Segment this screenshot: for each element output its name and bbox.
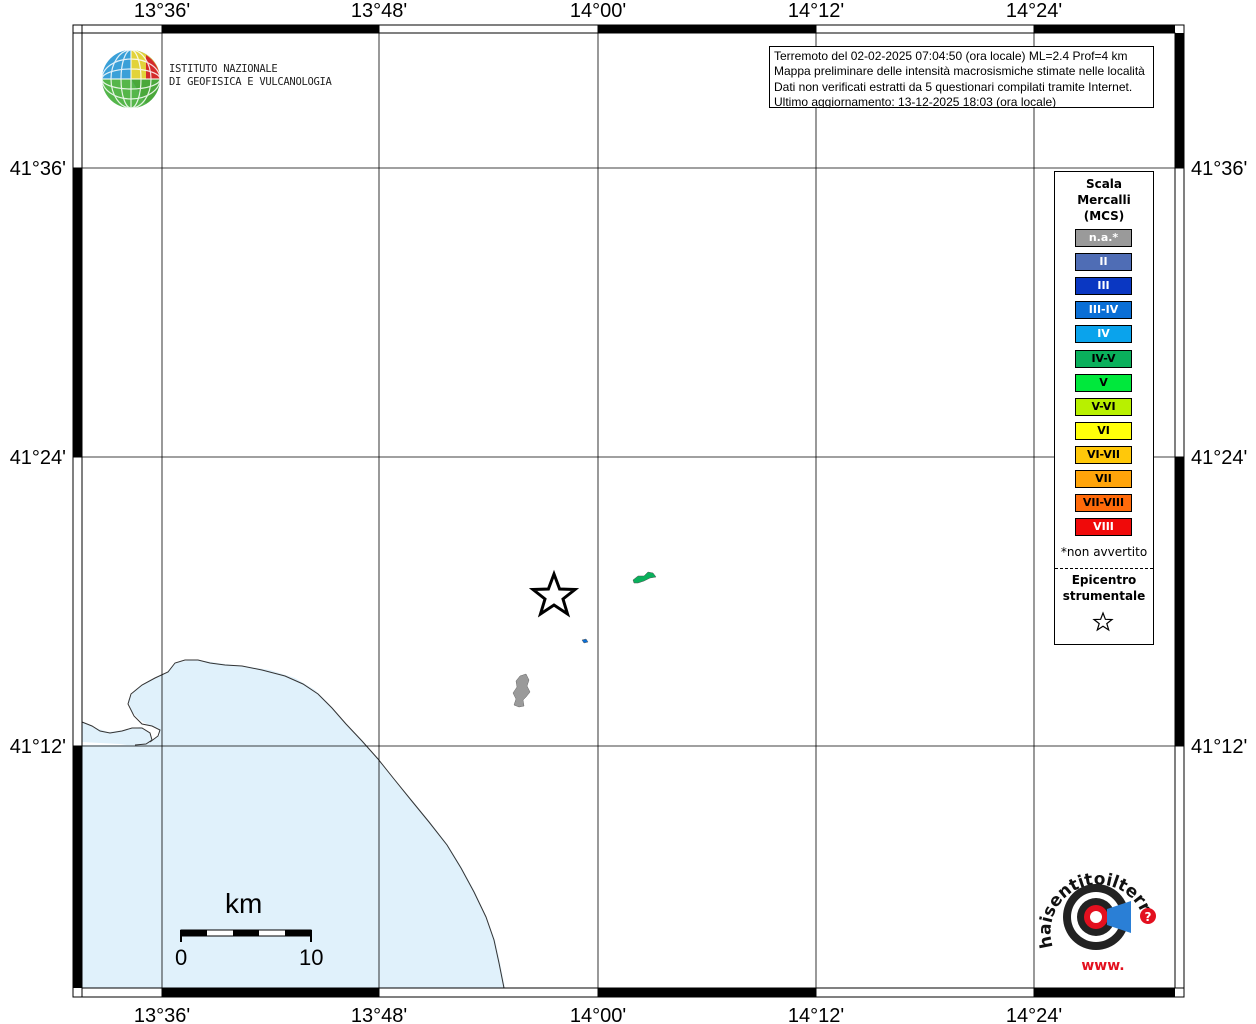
municipality-intensity-IV-V[interactable]	[632, 571, 657, 584]
lat-label: 41°12'	[1191, 736, 1247, 758]
legend-title-line: Scala	[1085, 177, 1123, 191]
legend-swatch: VII-VIII	[1075, 494, 1132, 513]
legend-swatch: II	[1075, 253, 1132, 272]
legend-swatch: V	[1075, 373, 1132, 392]
legend-epicenter-label: Epicentro strumentale	[1055, 572, 1153, 604]
legend-star-icon	[1092, 611, 1114, 632]
haisentito-url: www.	[1081, 958, 1124, 974]
lon-label: 13°48'	[351, 1005, 407, 1024]
lon-label: 14°00'	[570, 1005, 626, 1024]
legend-swatch: VII	[1075, 470, 1132, 488]
lon-label: 14°12'	[788, 0, 844, 22]
event-info-line: Terremoto del 02-02-2025 07:04:50 (ora l…	[774, 49, 1128, 63]
legend-title: Scala Mercalli (MCS)	[1055, 176, 1153, 224]
legend-swatch: III	[1075, 277, 1132, 296]
scale-bar: km 0 10	[165, 885, 335, 975]
lon-labels-bottom: 13°36' 13°48' 14°00' 14°12' 14°24'	[134, 1005, 1062, 1024]
legend-epicenter-line: strumentale	[1062, 589, 1146, 603]
legend-swatch: VI	[1075, 421, 1132, 440]
ingv-logo: ISTITUTO NAZIONALE DI GEOFISICA E VULCAN…	[100, 47, 332, 111]
lat-label: 41°36'	[1191, 158, 1247, 180]
scale-unit: km	[225, 888, 263, 919]
mcs-legend: Scala Mercalli (MCS) n.a.* II III III-IV IV I…	[1054, 171, 1154, 645]
lon-label: 13°36'	[134, 0, 190, 22]
event-info-line: Ultimo aggiornamento: 13-12-2025 18:03 (…	[774, 95, 1057, 108]
lat-labels-right: 41°36' 41°24' 41°12'	[1191, 158, 1247, 758]
scale-start: 0	[175, 945, 188, 970]
lon-label: 14°24'	[1006, 0, 1062, 22]
scale-end: 10	[299, 945, 324, 970]
institute-line-1: ISTITUTO NAZIONALE	[169, 63, 278, 75]
lat-label: 41°36'	[10, 158, 66, 180]
institute-name: ISTITUTO NAZIONALE DI GEOFISICA E VULCAN…	[169, 63, 332, 89]
lat-label: 41°24'	[10, 447, 66, 469]
lon-label: 13°36'	[134, 1005, 190, 1024]
haisentito-logo-icon: haisentitoilterremoto.it ? www.	[1024, 842, 1156, 974]
lat-label: 41°24'	[1191, 447, 1247, 469]
legend-note: *non avvertito	[1060, 545, 1148, 559]
event-info-line: Dati non verificati estratti da 5 questi…	[774, 79, 1133, 94]
lon-label: 13°48'	[351, 0, 407, 22]
legend-swatch: n.a.*	[1075, 229, 1132, 247]
event-info-line: Mappa preliminare delle intensità macros…	[774, 64, 1145, 79]
lon-labels-top: 13°36' 13°48' 14°00' 14°12' 14°24'	[134, 0, 1062, 22]
institute-line-2: DI GEOFISICA E VULCANOLOGIA	[169, 76, 332, 88]
legend-swatch: IV	[1075, 325, 1132, 344]
lon-label: 14°24'	[1006, 1005, 1062, 1024]
legend-swatch: V-VI	[1075, 397, 1132, 416]
epicenter-star-icon	[528, 569, 580, 618]
lon-label: 14°12'	[788, 1005, 844, 1024]
haisentito-badge: ?	[1145, 910, 1152, 924]
municipality-not-felt[interactable]	[512, 673, 531, 708]
lon-label: 14°00'	[570, 0, 626, 22]
legend-swatch: III-IV	[1075, 301, 1132, 320]
legend-divider	[1055, 568, 1153, 569]
legend-epicenter-line: Epicentro	[1071, 573, 1137, 587]
municipality-intensity-II[interactable]	[581, 638, 589, 644]
legend-title-line: (MCS)	[1083, 209, 1125, 223]
legend-title-line: Mercalli	[1077, 193, 1131, 207]
lat-labels-left: 41°36' 41°24' 41°12'	[10, 158, 66, 758]
legend-swatch: VIII	[1075, 518, 1132, 537]
haisentito-logo: haisentitoilterremoto.it ? www.	[1024, 842, 1163, 977]
globe-icon	[101, 49, 161, 109]
legend-swatch: IV-V	[1075, 349, 1132, 368]
lat-label: 41°12'	[10, 736, 66, 758]
event-info-box: Terremoto del 02-02-2025 07:04:50 (ora l…	[769, 46, 1154, 108]
legend-swatch: VI-VII	[1075, 445, 1132, 464]
